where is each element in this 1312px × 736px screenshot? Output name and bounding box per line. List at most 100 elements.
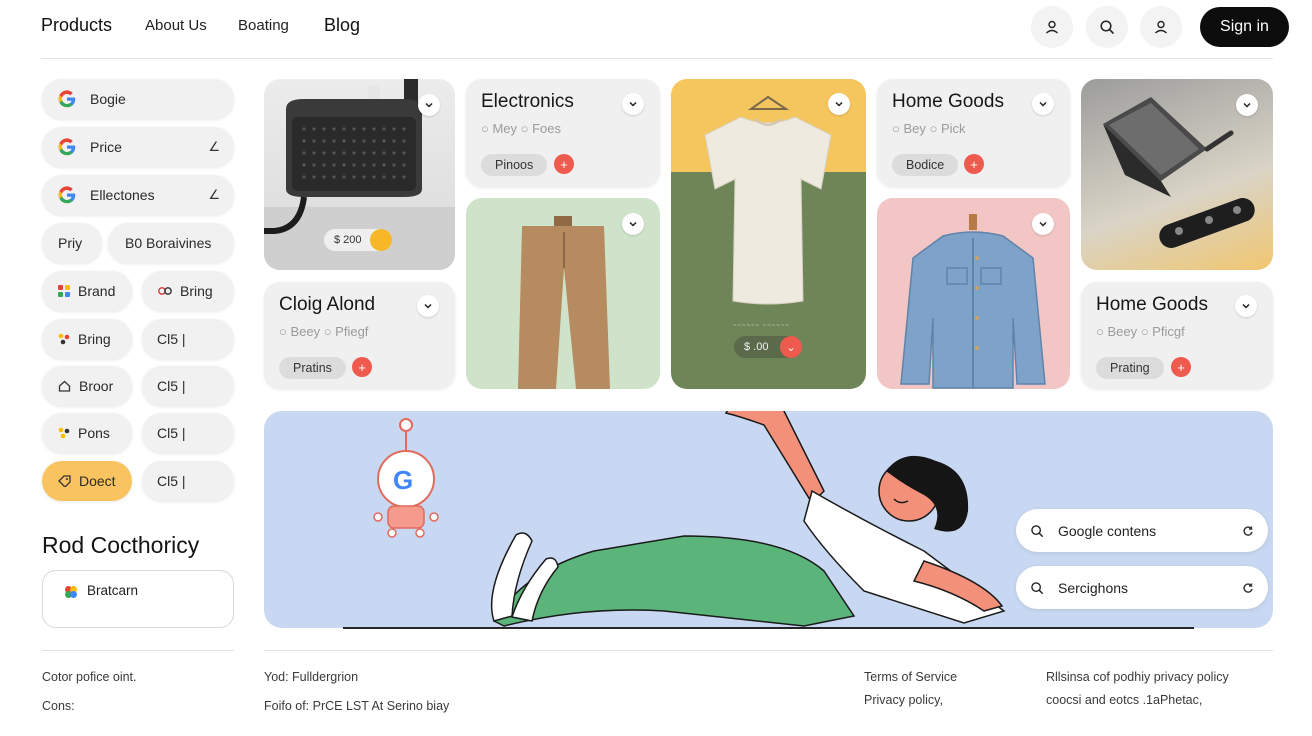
card-tag[interactable]: Pratins [279, 357, 346, 379]
card-tag[interactable]: Pinoos [481, 154, 548, 176]
google-icon [58, 90, 76, 108]
filter-pill-electones[interactable]: Ellectones ∠ [42, 175, 234, 215]
card-title: Cloig Alond [279, 294, 376, 315]
nav-about-us[interactable]: About Us [145, 17, 207, 34]
tag-icon [58, 475, 71, 487]
card-subtitle: ○ Bey ○ Pick [892, 121, 966, 136]
add-button[interactable]: + [352, 357, 372, 377]
chevron-down-icon [629, 221, 637, 227]
card-tag[interactable]: Bodice [892, 154, 959, 176]
product-card-home-goods-2[interactable]: Home Goods ○ Beey ○ Pficgf Prating + [1081, 282, 1273, 389]
filter-pill-price[interactable]: Price ∠ [42, 127, 234, 167]
chevron-down-icon [1039, 101, 1047, 107]
footer-text: Rllsinsa cof podhiy privacy policy [1046, 670, 1229, 684]
expand-button[interactable] [828, 93, 850, 115]
chip-brand[interactable]: Brand [42, 271, 132, 311]
expand-button[interactable] [1236, 94, 1258, 116]
chip-label: Cl5 | [157, 425, 186, 441]
product-card-charger[interactable] [1081, 79, 1273, 270]
chip-bring-2[interactable]: Bring [42, 319, 132, 359]
footer-divider [264, 650, 1273, 651]
account-button[interactable] [1031, 6, 1073, 48]
sidebar-heading: Rod Cocthoricy [42, 532, 200, 558]
chip-label: Doect [79, 473, 116, 489]
chip-cl5[interactable]: Cl5 | [142, 319, 234, 359]
product-card-jacket[interactable] [877, 198, 1070, 389]
home-icon [58, 380, 71, 392]
chip-priy[interactable]: Priy [42, 223, 102, 263]
chip-label: Pons [78, 425, 110, 441]
add-button[interactable]: + [554, 154, 574, 174]
search-icon [1100, 20, 1114, 34]
edit-icon[interactable]: ∠ [208, 187, 220, 203]
expand-button[interactable] [417, 295, 439, 317]
card-subtitle: ○ Mey ○ Foes [481, 121, 561, 136]
expand-button[interactable] [1235, 295, 1257, 317]
expand-button[interactable] [1032, 213, 1054, 235]
brand-icon [65, 586, 77, 598]
search-suggestion-text: Google contens [1058, 522, 1157, 539]
expand-button[interactable] [1032, 93, 1054, 115]
profile-button[interactable] [1140, 6, 1182, 48]
search-suggestion-text: Sercighons [1058, 579, 1129, 596]
chevron-down-icon [629, 101, 637, 107]
google-icon [58, 186, 76, 204]
chip-label: Cl5 | [157, 473, 186, 489]
sign-in-button[interactable]: Sign in [1200, 7, 1289, 47]
chip-cl5-3[interactable]: Cl5 | [142, 413, 234, 453]
expand-button[interactable] [622, 93, 644, 115]
top-header: Products About Us Boating Blog Sign in [0, 0, 1312, 58]
footer-text: Cons: [42, 699, 75, 713]
search-icon [1031, 524, 1043, 537]
expand-button[interactable] [418, 94, 440, 116]
chip-label: Cl5 | [157, 331, 186, 347]
search-button[interactable] [1086, 6, 1128, 48]
price-text: $ 200 [334, 234, 362, 246]
price-chip: $ .00 ⌄ [734, 336, 802, 358]
card-title: Electronics [481, 91, 574, 112]
sidebar-brand-card[interactable]: Bratcarn [42, 570, 234, 628]
refresh-icon [1243, 525, 1253, 536]
nav-boating[interactable]: Boating [238, 17, 289, 34]
tshirt-caption: ~~~~~~ ~~~~~~ [733, 323, 790, 329]
footer-text: Cotor pofice oint. [42, 670, 137, 684]
chip-broor[interactable]: Broor [42, 366, 132, 406]
sidebar-divider [42, 650, 234, 651]
chip-pons[interactable]: Pons [42, 413, 132, 453]
product-card-clothing[interactable]: Cloig Alond ○ Beey ○ Pfiegf Pratins + [264, 282, 455, 389]
privacy-link[interactable]: Privacy policy, [864, 693, 943, 707]
add-button[interactable]: + [1171, 357, 1191, 377]
product-card-electronics[interactable]: Electronics ○ Mey ○ Foes Pinoos + [466, 79, 660, 187]
edit-icon[interactable]: ∠ [208, 139, 220, 155]
product-card-tshirt[interactable]: ~~~~~~ ~~~~~~ $ .00 ⌄ [671, 79, 866, 389]
brand-card-label: Bratcarn [87, 583, 139, 598]
chip-cl5-4[interactable]: Cl5 | [142, 461, 234, 501]
chevron-down-icon [1039, 221, 1047, 227]
search-suggestion-google[interactable]: Google contens [1016, 509, 1268, 552]
refresh-icon [1243, 582, 1253, 593]
chevron-down-icon [425, 102, 433, 108]
chip-boraivines[interactable]: B0 Boraivines [108, 223, 234, 263]
chip-doect-active[interactable]: Doect [42, 461, 132, 501]
card-title: Home Goods [892, 91, 1004, 112]
filter-pill-bogie[interactable]: Bogie [42, 79, 234, 119]
nav-blog[interactable]: Blog [324, 15, 360, 36]
card-tag[interactable]: Prating [1096, 357, 1164, 379]
nav-products[interactable]: Products [41, 15, 112, 36]
chevron-down-icon [1242, 303, 1250, 309]
add-button[interactable]: + [964, 154, 984, 174]
product-card-home-goods[interactable]: Home Goods ○ Bey ○ Pick Bodice + [877, 79, 1070, 187]
spark-icon [58, 427, 70, 439]
chip-label: Bring [78, 331, 111, 347]
plus-icon: + [1177, 359, 1185, 375]
chip-bring[interactable]: Bring [142, 271, 234, 311]
price-dot [370, 229, 392, 251]
search-suggestion-2[interactable]: Sercighons [1016, 566, 1268, 609]
product-card-speaker[interactable]: $ 200 [264, 79, 455, 270]
terms-link[interactable]: Terms of Service [864, 670, 957, 684]
price-text: $ .00 [744, 341, 769, 353]
expand-button[interactable] [622, 213, 644, 235]
product-card-pants[interactable] [466, 198, 660, 389]
chip-cl5-2[interactable]: Cl5 | [142, 366, 234, 406]
grid-icon [58, 285, 70, 297]
